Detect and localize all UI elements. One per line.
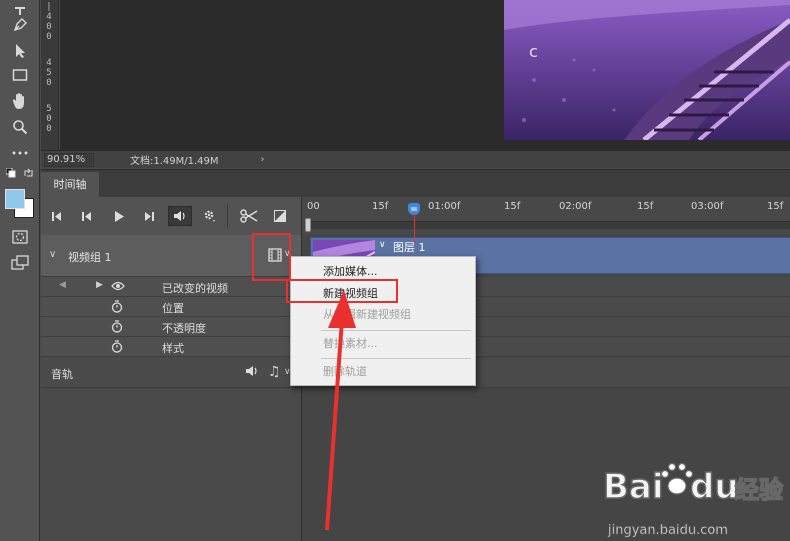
- property-label: 样式: [162, 342, 184, 355]
- quick-mask-icon[interactable]: [8, 226, 32, 248]
- time-tick-label: 00: [307, 201, 320, 212]
- property-label: 位置: [162, 302, 184, 315]
- document-image: c: [504, 0, 790, 140]
- stopwatch-icon[interactable]: [111, 320, 125, 334]
- play-icon[interactable]: [111, 206, 127, 226]
- pen-tool-icon[interactable]: [8, 14, 32, 36]
- ruler-tick-label: 5 0 0: [46, 104, 52, 134]
- stopwatch-icon[interactable]: [111, 300, 125, 314]
- timeline-controls: [41, 197, 301, 235]
- path-selection-tool-icon[interactable]: [8, 40, 32, 62]
- svg-text:du: du: [690, 467, 739, 507]
- next-keyframe-icon[interactable]: ▶: [96, 280, 103, 290]
- vertical-ruler: | 4 0 0 4 5 0 5 0 0: [41, 0, 59, 150]
- ruler-tick-label: 4 0 0: [46, 12, 52, 42]
- work-area-bar[interactable]: [306, 221, 790, 229]
- default-colors-icon[interactable]: [4, 166, 18, 180]
- prev-keyframe-icon[interactable]: ◀: [59, 280, 66, 290]
- previous-frame-icon[interactable]: [79, 206, 95, 226]
- stopwatch-icon[interactable]: [111, 340, 125, 354]
- property-row[interactable]: 位置: [41, 297, 301, 317]
- time-tick-label: 15f: [504, 201, 521, 212]
- ruler-tick-label: |: [46, 2, 52, 12]
- panel-tab-bar: 时间轴: [41, 169, 790, 198]
- zoom-tool-icon[interactable]: [8, 116, 32, 138]
- more-tools-icon[interactable]: [8, 142, 32, 164]
- svg-text:jingyan.baidu.com: jingyan.baidu.com: [607, 523, 728, 538]
- time-tick-label: 15f: [637, 201, 654, 212]
- rectangle-tool-icon[interactable]: [8, 64, 32, 86]
- timeline-ruler[interactable]: 00 15f 01:00f 15f 02:00f 15f 03:00f 15f: [301, 197, 790, 235]
- highlight-film-icon-box: [252, 233, 291, 281]
- eye-icon[interactable]: [111, 280, 125, 294]
- clip-menu-chevron-icon[interactable]: ∨: [379, 240, 386, 250]
- control-divider: [227, 205, 228, 227]
- svg-text:c: c: [529, 42, 538, 61]
- zoom-level-field[interactable]: 90.91%: [44, 152, 94, 167]
- screen-mode-icon[interactable]: [8, 252, 32, 274]
- next-frame-icon[interactable]: [141, 206, 157, 226]
- split-scissors-icon[interactable]: [239, 206, 259, 226]
- svg-text:Bai: Bai: [603, 467, 664, 507]
- audio-track-header[interactable]: 音轨 ♫ ∨: [41, 358, 301, 388]
- video-group-label: 视频组 1: [68, 251, 112, 264]
- svg-text:经验: 经验: [735, 476, 783, 504]
- mute-audio-icon[interactable]: [168, 206, 192, 226]
- hand-tool-icon[interactable]: [8, 90, 32, 112]
- speaker-icon[interactable]: [245, 365, 259, 380]
- time-tick-label: 15f: [767, 201, 784, 212]
- status-bar: 90.91% 文档:1.49M/1.49M ›: [41, 150, 790, 168]
- settings-gear-icon[interactable]: [201, 206, 219, 226]
- expand-chevron-icon[interactable]: ∨: [49, 249, 56, 260]
- time-tick-label: 02:00f: [559, 201, 592, 212]
- go-to-first-frame-icon[interactable]: [49, 206, 65, 226]
- property-label: 不透明度: [162, 322, 206, 335]
- work-area-start-handle[interactable]: [305, 218, 311, 232]
- time-tick-label: 03:00f: [691, 201, 724, 212]
- ruler-tick-label: 4 5 0: [46, 58, 52, 88]
- time-tick-label: 01:00f: [428, 201, 461, 212]
- time-tick-label: 15f: [372, 201, 389, 212]
- property-row[interactable]: 不透明度: [41, 317, 301, 337]
- transition-icon[interactable]: [271, 206, 289, 226]
- status-menu-arrow[interactable]: ›: [261, 154, 265, 165]
- playhead-line: [414, 213, 415, 243]
- property-row[interactable]: 样式: [41, 337, 301, 357]
- audio-track-label: 音轨: [51, 368, 73, 381]
- tools-panel: [0, 0, 40, 541]
- clip-label: 图层 1: [393, 241, 426, 254]
- annotation-arrow: [325, 290, 356, 531]
- baidu-jingyan-watermark: Bai du 经验 jingyan.baidu.com: [602, 462, 784, 538]
- tab-timeline[interactable]: 时间轴: [41, 172, 99, 198]
- foreground-color-swatch[interactable]: [5, 189, 25, 209]
- document-canvas[interactable]: c: [60, 0, 790, 150]
- document-info: 文档:1.49M/1.49M: [130, 156, 219, 167]
- music-note-icon[interactable]: ♫: [268, 364, 281, 380]
- swap-colors-icon[interactable]: [22, 166, 36, 180]
- property-label: 已改变的视频: [162, 282, 228, 295]
